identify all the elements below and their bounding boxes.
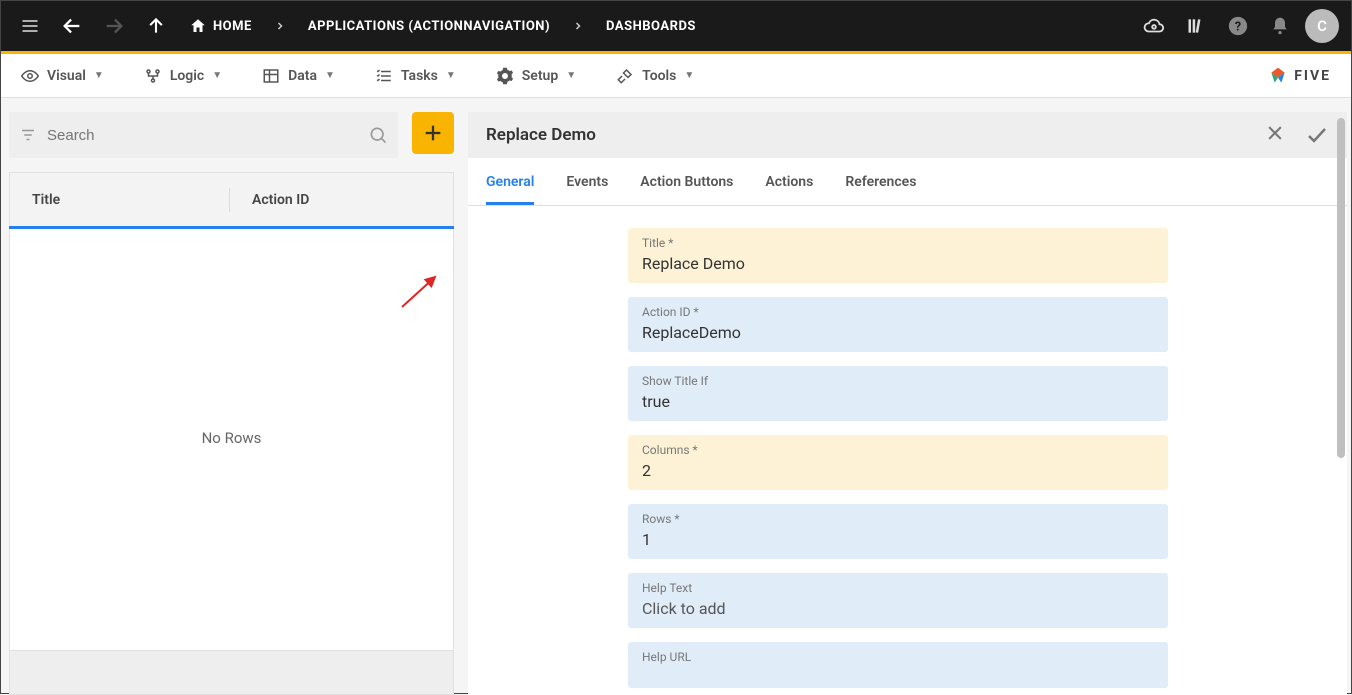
check-icon[interactable] [1305,123,1329,147]
field-title-label: Title * [642,236,1154,250]
menu-bar: Visual▼ Logic▼ Data▼ Tasks▼ Setup▼ Tools… [1,54,1351,98]
no-rows-label: No Rows [10,429,453,447]
column-action-id[interactable]: Action ID [230,192,309,208]
tab-actions[interactable]: Actions [765,158,813,205]
list-header: Title Action ID [9,172,454,226]
search-bar [9,112,398,158]
brand-logo: FIVE [1268,66,1331,86]
breadcrumb-home-label: HOME [213,19,252,34]
field-columns[interactable]: Columns * 2 [628,435,1168,490]
hamburger-icon[interactable] [13,9,47,43]
field-show-title-if[interactable]: Show Title If true [628,366,1168,421]
up-arrow-icon[interactable] [139,9,173,43]
list-body: No Rows [9,229,454,651]
detail-header: Replace Demo [468,112,1347,158]
field-columns-label: Columns * [642,443,1154,457]
tab-general[interactable]: General [486,158,534,205]
filter-icon[interactable] [19,126,37,144]
top-bar: HOME APPLICATIONS (ACTIONNAVIGATION) DAS… [1,1,1351,51]
menu-setup[interactable]: Setup▼ [496,67,576,85]
form-area[interactable]: Title * Replace Demo Action ID * Replace… [468,206,1347,695]
menu-data[interactable]: Data▼ [262,67,335,85]
search-icon[interactable] [368,125,388,145]
field-action-id[interactable]: Action ID * ReplaceDemo [628,297,1168,352]
field-help-url[interactable]: Help URL [628,642,1168,688]
chevron-right-icon [566,20,590,32]
field-title[interactable]: Title * Replace Demo [628,228,1168,283]
close-icon[interactable] [1265,123,1285,143]
field-rows[interactable]: Rows * 1 [628,504,1168,559]
field-rows-value: 1 [642,530,1154,549]
field-actionid-label: Action ID * [642,305,1154,319]
bell-icon[interactable] [1263,9,1297,43]
scrollbar[interactable] [1337,118,1345,458]
list-panel: Title Action ID No Rows [9,112,454,695]
avatar[interactable]: C [1305,9,1339,43]
list-footer [9,651,454,695]
library-icon[interactable] [1179,9,1213,43]
field-helptext-label: Help Text [642,581,1154,595]
detail-title: Replace Demo [486,125,596,145]
tab-action-buttons[interactable]: Action Buttons [640,158,733,205]
back-arrow-icon[interactable] [55,9,89,43]
breadcrumb-applications[interactable]: APPLICATIONS (ACTIONNAVIGATION) [300,19,558,34]
plus-icon [422,122,444,144]
field-helpurl-label: Help URL [642,650,1154,664]
column-title[interactable]: Title [10,188,230,212]
forward-arrow-icon [97,9,131,43]
breadcrumb-dash-label: DASHBOARDS [606,19,696,34]
field-showtitle-value: true [642,392,1154,411]
detail-panel: Replace Demo General Events Action Butto… [468,112,1347,695]
field-showtitle-label: Show Title If [642,374,1154,388]
cloud-icon[interactable] [1137,9,1171,43]
main-area: Title Action ID No Rows Replace Demo Gen… [1,98,1351,695]
field-columns-value: 2 [642,461,1154,480]
field-helptext-value: Click to add [642,599,1154,618]
menu-logic[interactable]: Logic▼ [144,67,222,85]
tab-references[interactable]: References [845,158,916,205]
menu-tools[interactable]: Tools▼ [616,67,694,85]
add-button[interactable] [412,112,454,154]
svg-text:?: ? [1235,20,1241,35]
detail-tabs: General Events Action Buttons Actions Re… [468,158,1347,206]
menu-tasks[interactable]: Tasks▼ [375,67,456,85]
tab-events[interactable]: Events [566,158,608,205]
field-help-text[interactable]: Help Text Click to add [628,573,1168,628]
field-title-value: Replace Demo [642,254,1154,273]
breadcrumb-home[interactable]: HOME [181,17,260,35]
breadcrumb-dashboards[interactable]: DASHBOARDS [598,19,704,34]
help-icon[interactable]: ? [1221,9,1255,43]
breadcrumb-apps-label: APPLICATIONS (ACTIONNAVIGATION) [308,19,550,34]
field-actionid-value: ReplaceDemo [642,323,1154,342]
field-rows-label: Rows * [642,512,1154,526]
menu-visual[interactable]: Visual▼ [21,67,104,85]
search-input[interactable] [47,127,358,144]
chevron-right-icon [268,20,292,32]
